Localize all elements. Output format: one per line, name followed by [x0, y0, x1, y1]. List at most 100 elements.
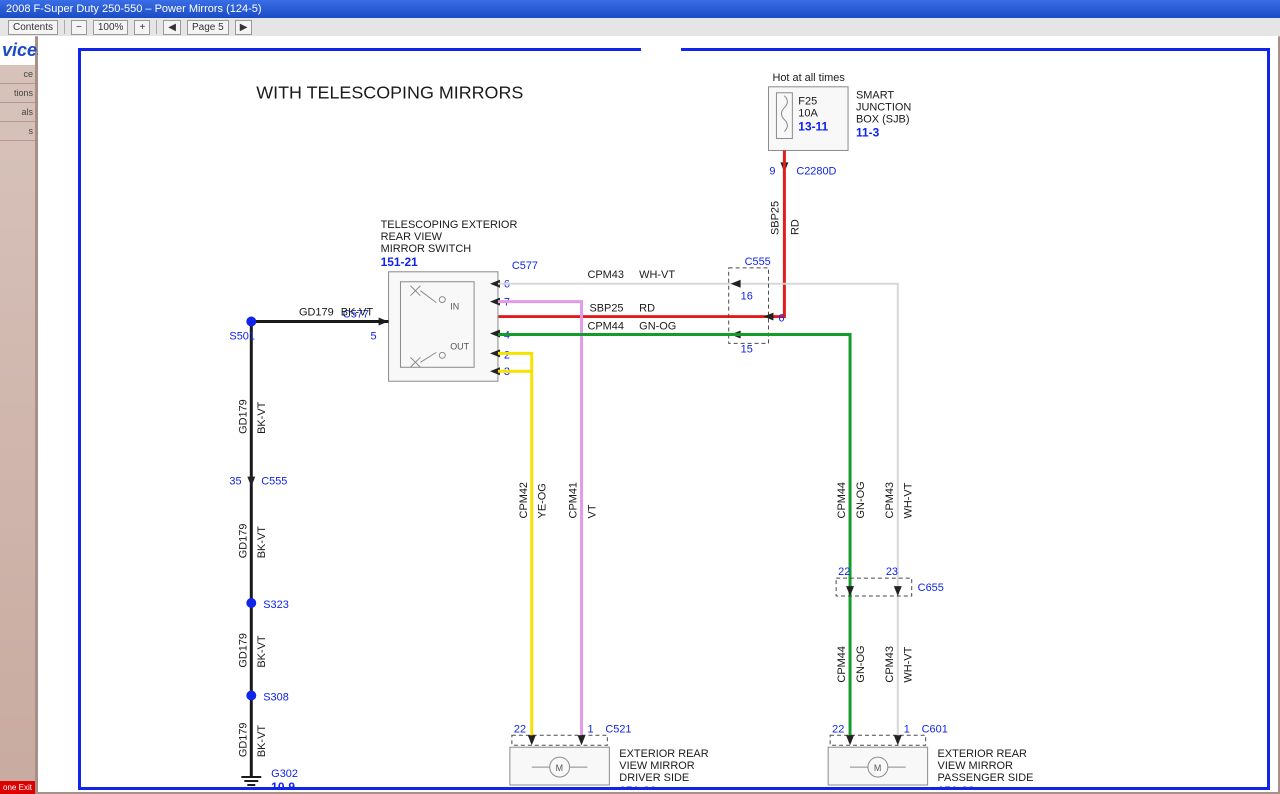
circuit-cpm41: CPM41: [568, 482, 580, 518]
pin-22-pass2: 22: [832, 723, 844, 735]
zoom-level[interactable]: 100%: [93, 20, 129, 35]
wire-color-gnog: GN-OG: [639, 320, 676, 332]
pin-9: 9: [769, 165, 775, 177]
driver-mirror-label: VIEW MIRROR: [619, 760, 694, 772]
wire-color-rd-h: RD: [639, 303, 655, 315]
diagram-frame: WITH TELESCOPING MIRRORS Hot at all time…: [78, 48, 1270, 790]
prev-page-button[interactable]: ◀: [163, 20, 181, 35]
wire-color-rd: RD: [789, 219, 801, 235]
circuit-gd179: GD179: [237, 633, 249, 668]
pass-mirror-label: VIEW MIRROR: [938, 760, 1013, 772]
fuse-id: F25: [798, 96, 817, 108]
app-logo: vices: [0, 36, 35, 65]
pin-22-pass: 22: [838, 566, 850, 578]
switch-in: IN: [450, 302, 459, 312]
wire-color-bkvt: BK-VT: [256, 635, 268, 668]
wiring-diagram: WITH TELESCOPING MIRRORS Hot at all time…: [81, 51, 1267, 787]
circuit-cpm44: CPM44: [836, 482, 848, 518]
pin-1-pass: 1: [904, 723, 910, 735]
sidebar-footer-button[interactable]: one Exit: [0, 781, 35, 794]
pin-2: 2: [504, 349, 510, 361]
switch-label: REAR VIEW: [381, 231, 443, 243]
sidebar-footer-label: one: [3, 783, 16, 792]
circuit-cpm43: CPM43: [884, 482, 896, 518]
circuit-cpm42: CPM42: [518, 482, 530, 518]
circuit-cpm43: CPM43: [587, 269, 623, 281]
sidebar: vices ce tions als s one Exit: [0, 36, 35, 794]
pin-22-drv: 22: [514, 723, 526, 735]
sidebar-item[interactable]: als: [0, 103, 35, 122]
next-page-button[interactable]: ▶: [235, 20, 253, 35]
pass-mirror-label: PASSENGER SIDE: [938, 772, 1034, 784]
zoom-out-button[interactable]: −: [71, 20, 87, 35]
ground-g302: G302: [271, 768, 298, 780]
window-title: 2008 F-Super Duty 250-550 – Power Mirror…: [6, 3, 262, 15]
pin-35: 35: [229, 476, 241, 488]
driver-mirror-label: EXTERIOR REAR: [619, 748, 708, 760]
switch-out: OUT: [450, 341, 469, 351]
wire-color-vt: VT: [586, 504, 598, 518]
diagram-viewport[interactable]: WITH TELESCOPING MIRRORS Hot at all time…: [38, 36, 1278, 792]
wire-color-bkvt: BK-VT: [256, 401, 268, 434]
fuse-pin-ref: 13-11: [798, 120, 828, 134]
circuit-gd179: GD179: [237, 399, 249, 434]
wire-color-yeog: YE-OG: [537, 483, 549, 518]
circuit-sbp25: SBP25: [769, 201, 781, 235]
splice-s501: S501: [229, 330, 255, 342]
motor-icon: M: [556, 763, 563, 773]
connector-c577: C577: [512, 260, 538, 272]
circuit-gd179: GD179: [237, 524, 249, 559]
circuit-gd179-h: GD179: [299, 307, 334, 319]
sjb-name: SMART: [856, 90, 894, 102]
toolbar: Contents − 100% + ◀ Page 5 ▶: [0, 18, 1280, 37]
hot-label: Hot at all times: [772, 72, 845, 84]
driver-mirror-label: DRIVER SIDE: [619, 772, 689, 784]
wire-color-whvt: WH-VT: [903, 646, 915, 682]
wire-color-gnog: GN-OG: [855, 645, 867, 682]
wire-color-whvt: WH-VT: [903, 482, 915, 518]
diagram-title: WITH TELESCOPING MIRRORS: [256, 83, 523, 103]
connector-c2280d: C2280D: [796, 165, 836, 177]
pin-5: 5: [371, 330, 377, 342]
wire-color-bkvt: BK-VT: [256, 725, 268, 758]
sidebar-footer-label: Exit: [19, 783, 32, 792]
switch-label: TELESCOPING EXTERIOR: [381, 219, 518, 231]
toolbar-separator: [64, 20, 65, 34]
sidebar-item[interactable]: ce: [0, 65, 35, 84]
motor-icon: M: [874, 763, 881, 773]
page-indicator[interactable]: Page 5: [187, 20, 229, 35]
connector-c601: C601: [922, 723, 948, 735]
pin-16: 16: [741, 291, 753, 303]
toolbar-separator: [156, 20, 157, 34]
connector-c655: C655: [918, 582, 944, 594]
wire-color-bkvt-h: BK-VT: [341, 307, 374, 319]
splice-s323: S323: [263, 599, 289, 611]
pass-mirror-ref: 151-22: [938, 784, 975, 787]
sjb-name: BOX (SJB): [856, 114, 909, 126]
sjb-name: JUNCTION: [856, 102, 911, 114]
pin-1-drv: 1: [587, 723, 593, 735]
connector-c555-left: C555: [261, 476, 287, 488]
splice-s308: S308: [263, 691, 289, 703]
pin-6-splice: 6: [778, 313, 784, 325]
sidebar-item[interactable]: tions: [0, 84, 35, 103]
wire-color-gnog: GN-OG: [855, 481, 867, 518]
circuit-cpm44: CPM44: [587, 320, 623, 332]
pin-23-pass: 23: [886, 566, 898, 578]
switch-ref: 151-21: [381, 255, 418, 269]
zoom-in-button[interactable]: +: [134, 20, 150, 35]
wire-color-whvt: WH-VT: [639, 269, 675, 281]
window-titlebar: 2008 F-Super Duty 250-550 – Power Mirror…: [0, 0, 1280, 18]
pin-15: 15: [741, 343, 753, 355]
connector-c555: C555: [745, 256, 771, 268]
circuit-sbp25-h: SBP25: [589, 303, 623, 315]
wire-color-bkvt: BK-VT: [256, 526, 268, 559]
circuit-cpm43: CPM43: [884, 646, 896, 682]
sidebar-item[interactable]: s: [0, 122, 35, 141]
circuit-cpm44: CPM44: [836, 646, 848, 682]
circuit-gd179: GD179: [237, 723, 249, 758]
sjb-ref: 11-3: [856, 126, 880, 140]
switch-label: MIRROR SWITCH: [381, 243, 472, 255]
contents-button[interactable]: Contents: [8, 20, 58, 35]
driver-mirror-ref: 151-21: [619, 784, 656, 787]
